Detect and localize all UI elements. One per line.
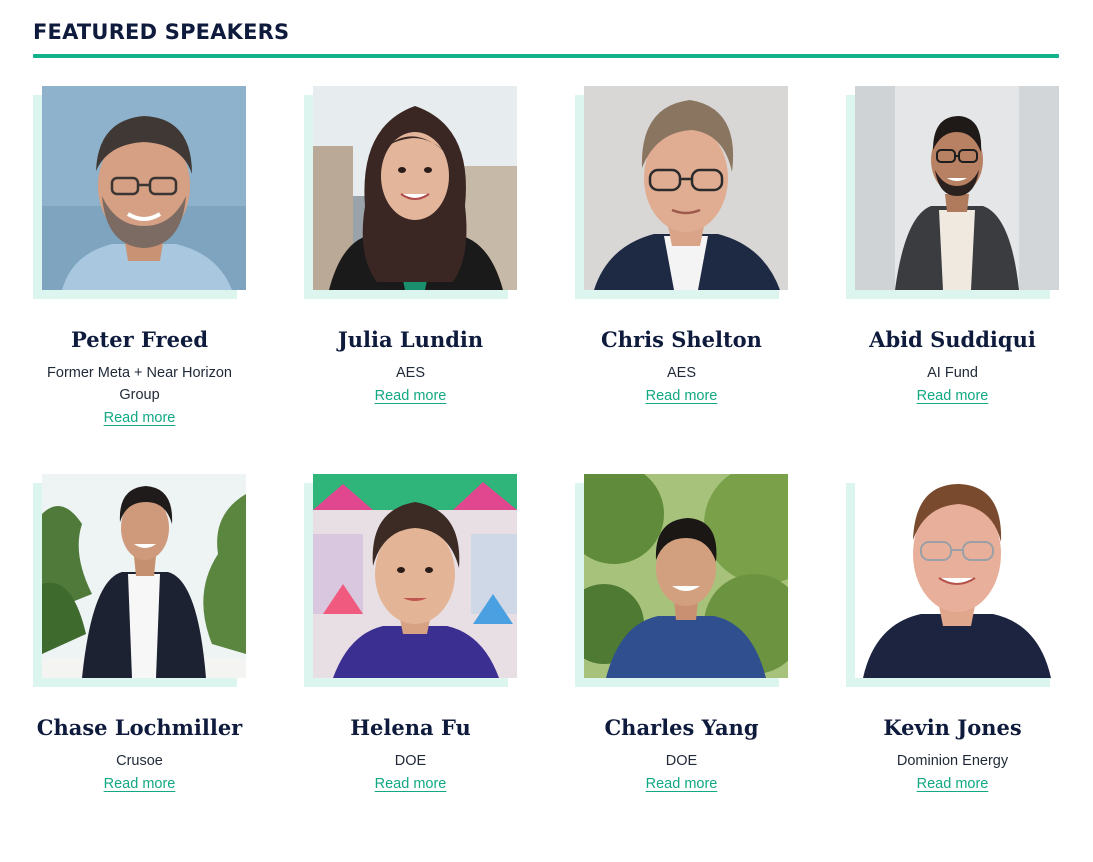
speaker-card: Chris Shelton AES Read more bbox=[575, 86, 788, 474]
speaker-organization: AES bbox=[666, 365, 696, 381]
read-more-link[interactable]: Read more bbox=[33, 773, 246, 795]
headshot-man-blue-shirt-trees bbox=[584, 474, 788, 678]
speaker-name: Kevin Jones bbox=[883, 715, 1022, 740]
speaker-photo-frame bbox=[846, 474, 1059, 687]
speaker-card: Helena Fu DOE Read more bbox=[304, 474, 517, 862]
speaker-organization: Crusoe bbox=[116, 753, 163, 769]
speaker-organization: AES bbox=[395, 365, 425, 381]
speaker-photo-frame bbox=[304, 474, 517, 687]
speaker-photo[interactable] bbox=[42, 86, 246, 290]
speaker-photo[interactable] bbox=[313, 86, 517, 290]
speaker-photo[interactable] bbox=[855, 474, 1059, 678]
speaker-photo-frame bbox=[304, 86, 517, 299]
read-more-link[interactable]: Read more bbox=[575, 385, 788, 407]
speaker-card: Julia Lundin AES Read more bbox=[304, 86, 517, 474]
speaker-name: Chase Lochmiller bbox=[36, 715, 243, 740]
headshot-man-glasses-navy-white bbox=[855, 474, 1059, 678]
speaker-card: Kevin Jones Dominion Energy Read more bbox=[846, 474, 1059, 862]
speaker-photo[interactable] bbox=[584, 474, 788, 678]
headshot-man-suit-palms bbox=[42, 474, 246, 678]
speaker-organization: Former Meta + Near Horizon Group bbox=[47, 365, 232, 403]
headshot-man-glasses-beard-sky bbox=[42, 86, 246, 290]
speaker-photo[interactable] bbox=[42, 474, 246, 678]
speaker-name: Peter Freed bbox=[70, 327, 209, 352]
read-more-link[interactable]: Read more bbox=[304, 773, 517, 795]
speaker-photo[interactable] bbox=[584, 86, 788, 290]
section-divider bbox=[33, 54, 1059, 58]
read-more-link[interactable]: Read more bbox=[304, 385, 517, 407]
speaker-card: Chase Lochmiller Crusoe Read more bbox=[33, 474, 246, 862]
speaker-photo-frame bbox=[575, 86, 788, 299]
speaker-organization: Dominion Energy bbox=[896, 753, 1009, 769]
section-title: FEATURED SPEAKERS bbox=[33, 20, 290, 44]
read-more-link[interactable]: Read more bbox=[846, 773, 1059, 795]
speaker-organization: DOE bbox=[394, 753, 427, 769]
read-more-link[interactable]: Read more bbox=[33, 407, 246, 429]
speaker-name: Helena Fu bbox=[350, 715, 471, 740]
speaker-photo[interactable] bbox=[855, 86, 1059, 290]
speaker-card: Peter Freed Former Meta + Near Horizon G… bbox=[33, 86, 246, 474]
speaker-photo-frame bbox=[33, 86, 246, 299]
speaker-photo-frame bbox=[33, 474, 246, 687]
read-more-link[interactable]: Read more bbox=[575, 773, 788, 795]
speaker-organization: AI Fund bbox=[927, 365, 978, 381]
read-more-link[interactable]: Read more bbox=[846, 385, 1059, 407]
speaker-name: Charles Yang bbox=[604, 715, 759, 740]
speaker-name: Abid Suddiqui bbox=[869, 327, 1036, 352]
speaker-photo-frame bbox=[846, 86, 1059, 299]
speaker-name: Chris Shelton bbox=[601, 327, 762, 352]
speaker-organization: DOE bbox=[665, 753, 698, 769]
speaker-photo-frame bbox=[575, 474, 788, 687]
headshot-man-glasses-blazer-office bbox=[855, 86, 1059, 290]
headshot-man-glasses-suit-grey bbox=[584, 86, 788, 290]
speaker-photo[interactable] bbox=[313, 474, 517, 678]
headshot-woman-dark-hair-city bbox=[313, 86, 517, 290]
speaker-card: Charles Yang DOE Read more bbox=[575, 474, 788, 862]
speaker-card: Abid Suddiqui AI Fund Read more bbox=[846, 86, 1059, 474]
speaker-name: Julia Lundin bbox=[337, 327, 484, 352]
headshot-woman-colorful-backdrop bbox=[313, 474, 517, 678]
speaker-grid: Peter Freed Former Meta + Near Horizon G… bbox=[33, 86, 1059, 862]
section-header: FEATURED SPEAKERS bbox=[33, 18, 1059, 58]
